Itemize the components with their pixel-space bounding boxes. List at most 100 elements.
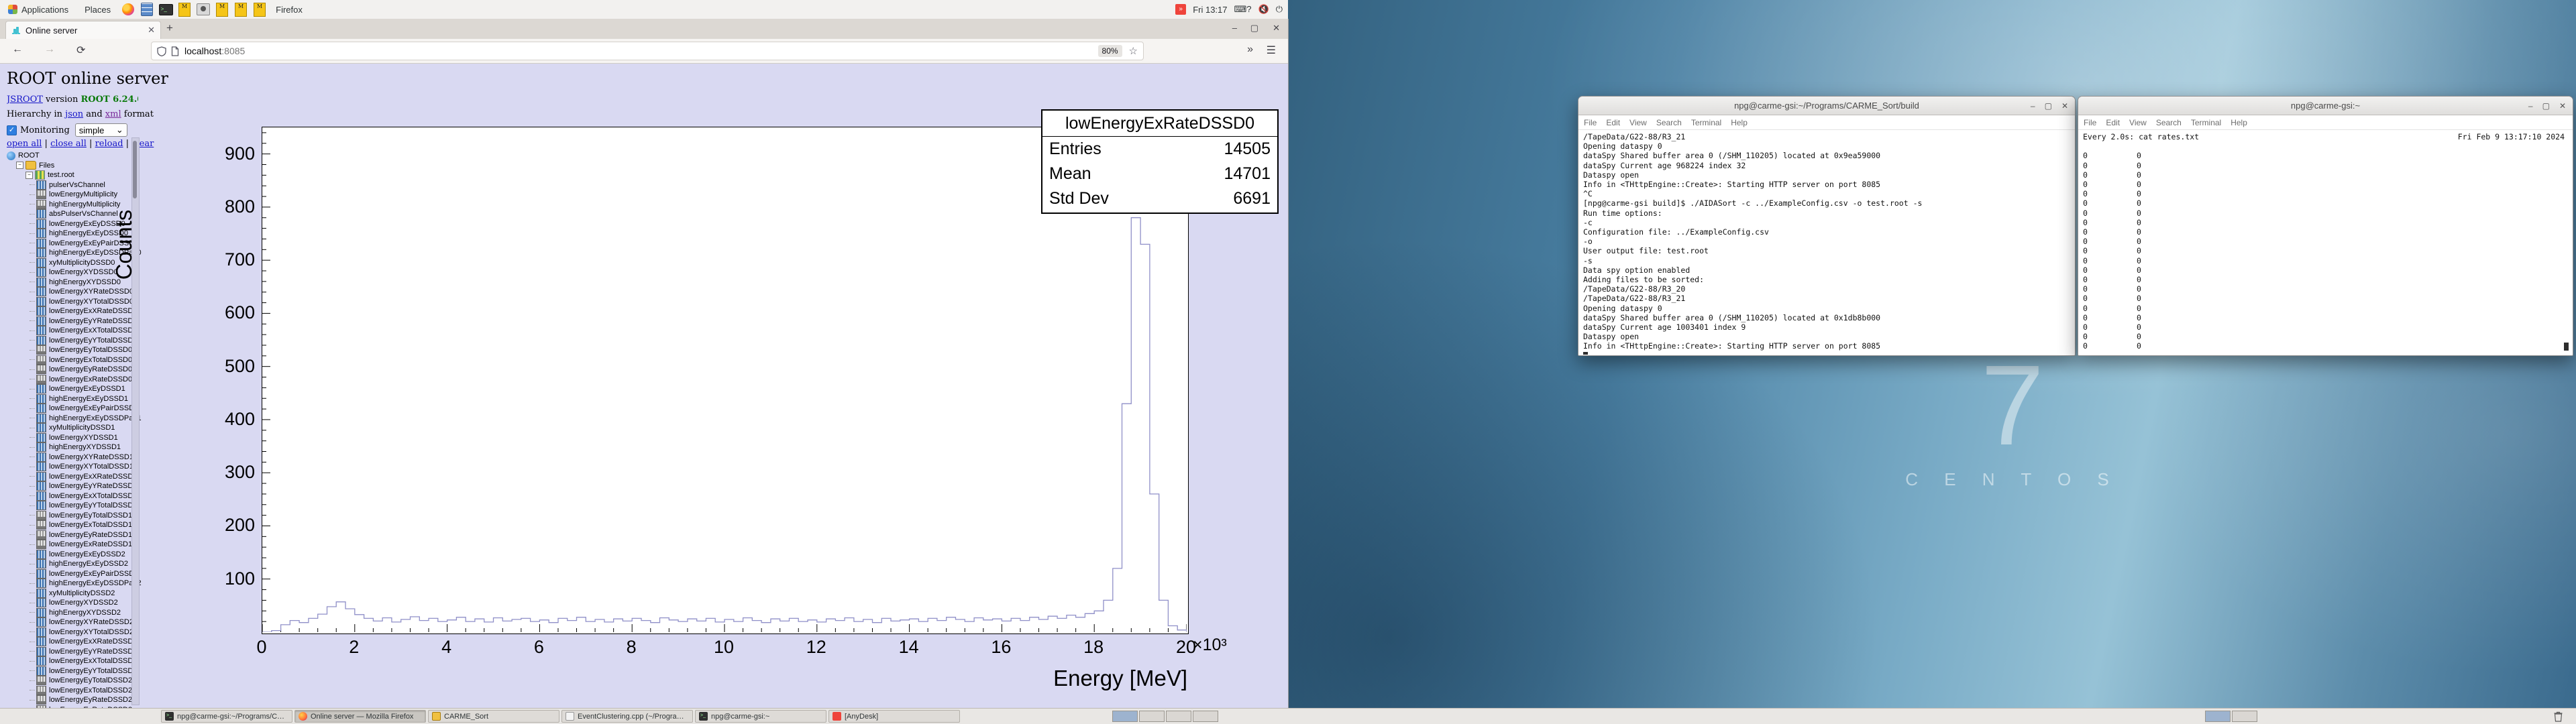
applications-menu[interactable]: Applications xyxy=(0,0,76,19)
menu-view[interactable]: View xyxy=(2129,118,2147,127)
terminal2-titlebar[interactable]: npg@carme-gsi:~ – ▢ ✕ xyxy=(2078,97,2573,115)
tree-item[interactable]: xyMultiplicityDSSD0 xyxy=(30,258,115,267)
tree-item[interactable]: lowEnergyXYTotalDSSD2 xyxy=(30,627,133,637)
tree-item[interactable]: highEnergyExEyDSSDPair1 xyxy=(30,414,142,423)
midas-launcher-4[interactable]: M xyxy=(252,2,267,17)
tree-item[interactable]: highEnergyXYDSSD0 xyxy=(30,278,121,287)
menu-search[interactable]: Search xyxy=(1656,118,1682,127)
tree-item[interactable]: lowEnergyEyYRateDSSD2 xyxy=(30,647,137,656)
menu-edit[interactable]: Edit xyxy=(2106,118,2120,127)
tree-item[interactable]: lowEnergyExXRateDSSD1 xyxy=(30,472,137,481)
tree-item[interactable]: lowEnergyEyYRateDSSD1 xyxy=(30,481,137,491)
tree-item[interactable]: lowEnergyXYRateDSSD0 xyxy=(30,287,133,296)
midas-launcher-2[interactable]: M xyxy=(215,2,229,17)
terminal1-minimize-button[interactable]: – xyxy=(2031,101,2035,111)
terminal-launcher[interactable]: >_ xyxy=(158,2,173,17)
tree-item[interactable]: lowEnergyExEyDSSD2 xyxy=(30,550,125,559)
tree-item[interactable]: lowEnergyEyRateDSSD0 xyxy=(30,365,132,374)
tree-item[interactable]: lowEnergyExEyPairDSSD1 xyxy=(30,404,138,413)
tree-item[interactable]: lowEnergyExEyDSSD1 xyxy=(30,384,125,394)
panel-clock[interactable]: Fri 13:17 xyxy=(1193,5,1227,15)
collapse-box[interactable]: − xyxy=(16,162,23,169)
tree-item[interactable]: highEnergyExEyDSSD2 xyxy=(30,559,128,568)
tree-item[interactable]: pulserVsChannel xyxy=(30,180,105,190)
workspace-switcher-left[interactable] xyxy=(1112,711,1218,722)
tree-item[interactable]: lowEnergyExEyPairDSSD2 xyxy=(30,569,138,579)
menu-file[interactable]: File xyxy=(1584,118,1597,127)
tree-node-ROOT[interactable]: ROOT xyxy=(7,151,40,160)
tree-item[interactable]: lowEnergyXYRateDSSD2 xyxy=(30,617,133,627)
menu-file[interactable]: File xyxy=(2084,118,2096,127)
tab-online-server[interactable]: Online server ✕ xyxy=(5,21,161,39)
tree-node-Files[interactable]: −Files xyxy=(16,161,54,170)
window-close-button[interactable]: ✕ xyxy=(1273,23,1280,34)
tree-item[interactable]: xyMultiplicityDSSD2 xyxy=(30,589,115,598)
tree-item[interactable]: lowEnergyMultiplicity xyxy=(30,190,117,199)
tab-close-icon[interactable]: ✕ xyxy=(148,25,155,36)
terminal-window-rates[interactable]: npg@carme-gsi:~ – ▢ ✕ File Edit View Search… xyxy=(2078,96,2573,356)
terminal1-titlebar[interactable]: npg@carme-gsi:~/Programs/CARME_Sort/buil… xyxy=(1578,97,2075,115)
workspace-cell[interactable] xyxy=(2205,711,2231,722)
midas-launcher-1[interactable]: M xyxy=(177,2,192,17)
url-text[interactable]: localhost:8085 xyxy=(184,46,1098,56)
terminal-window-build[interactable]: npg@carme-gsi:~/Programs/CARME_Sort/buil… xyxy=(1578,96,2076,356)
power-icon[interactable]: ⏻ xyxy=(1276,4,1283,15)
tree-item[interactable]: highEnergyExEyDSSDPair2 xyxy=(30,579,142,588)
task-button-anydesk[interactable]: [AnyDesk] xyxy=(828,710,960,723)
tree-item[interactable]: lowEnergyXYDSSD1 xyxy=(30,433,118,442)
task-button-ff[interactable]: Online server — Mozilla Firefox xyxy=(294,710,426,723)
tree-item[interactable]: lowEnergyExRateDSSD0 xyxy=(30,375,132,384)
places-menu[interactable]: Places xyxy=(76,0,119,19)
anydesk-tray-icon[interactable]: » xyxy=(1175,4,1186,15)
terminal2-maximize-button[interactable]: ▢ xyxy=(2542,101,2550,111)
trash-icon[interactable] xyxy=(2553,711,2563,722)
camera-launcher[interactable] xyxy=(196,2,211,17)
tree-item[interactable]: lowEnergyEyYTotalDSSD1 xyxy=(30,501,137,510)
terminal1-close-button[interactable]: ✕ xyxy=(2061,101,2068,111)
tree-item[interactable]: lowEnergyExRateDSSD1 xyxy=(30,540,132,549)
terminal1-content[interactable]: /TapeData/G22-88/R3_21Opening dataspy 0d… xyxy=(1578,130,2075,355)
tree-item[interactable]: lowEnergyExTotalDSSD2 xyxy=(30,686,132,695)
page-info-icon[interactable] xyxy=(171,46,179,56)
task-button-term[interactable]: >_npg@carme-gsi:~/Programs/CAR... xyxy=(161,710,292,723)
menu-search[interactable]: Search xyxy=(2156,118,2182,127)
hamburger-menu-icon[interactable]: ☰ xyxy=(1267,44,1276,57)
tree-item[interactable]: lowEnergyExXRateDSSD2 xyxy=(30,637,137,646)
zoom-level-button[interactable]: 80% xyxy=(1098,45,1122,57)
tree-item[interactable]: absPulserVsChannel xyxy=(30,209,118,219)
menu-help[interactable]: Help xyxy=(1731,118,1748,127)
terminal1-maximize-button[interactable]: ▢ xyxy=(2045,101,2052,111)
tree-item[interactable]: xyMultiplicityDSSD1 xyxy=(30,423,115,432)
tree-item[interactable]: lowEnergyXYTotalDSSD1 xyxy=(30,462,133,471)
tree-item[interactable]: lowEnergyXYRateDSSD1 xyxy=(30,452,133,462)
menu-help[interactable]: Help xyxy=(2231,118,2247,127)
tree-item[interactable]: lowEnergyEyTotalDSSD1 xyxy=(30,511,132,520)
midas-launcher-3[interactable]: M xyxy=(233,2,248,17)
tree-item[interactable]: highEnergyExEyDSSD1 xyxy=(30,394,128,404)
firefox-launcher[interactable] xyxy=(121,2,136,17)
tree-item[interactable]: lowEnergyEyRateDSSD1 xyxy=(30,530,132,540)
url-bar[interactable]: localhost:8085 80% ☆ xyxy=(151,42,1144,60)
network-icon[interactable]: ⌨? xyxy=(1234,4,1252,15)
workspace-cell[interactable] xyxy=(1139,711,1165,722)
window-maximize-button[interactable]: ▢ xyxy=(1250,23,1258,34)
tree-item[interactable]: lowEnergyXYTotalDSSD0 xyxy=(30,297,133,306)
terminal2-content[interactable]: Every 2.0s: cat rates.txt Fri Feb 9 13:1… xyxy=(2078,130,2573,355)
reload-button[interactable]: ⟳ xyxy=(76,44,85,57)
workspace-cell[interactable] xyxy=(1112,711,1138,722)
tree-node-test.root[interactable]: −test.root xyxy=(25,170,74,180)
tree-item[interactable]: lowEnergyExXRateDSSD0 xyxy=(30,306,137,316)
tree-item[interactable]: lowEnergyXYDSSD0 xyxy=(30,267,118,277)
window-minimize-button[interactable]: – xyxy=(1232,23,1237,33)
tree-item[interactable]: lowEnergyExXTotalDSSD0 xyxy=(30,326,137,335)
terminal2-minimize-button[interactable]: – xyxy=(2528,101,2533,111)
tree-item[interactable]: lowEnergyXYDSSD2 xyxy=(30,598,118,607)
task-button-folder[interactable]: CARME_Sort xyxy=(428,710,559,723)
tree-item[interactable]: lowEnergyEyTotalDSSD2 xyxy=(30,676,132,685)
tree-item[interactable]: lowEnergyEyYRateDSSD0 xyxy=(30,316,137,326)
tree-item[interactable]: lowEnergyEyYTotalDSSD0 xyxy=(30,336,137,345)
tree-item[interactable]: highEnergyXYDSSD1 xyxy=(30,442,121,452)
tree-item[interactable]: lowEnergyExXTotalDSSD1 xyxy=(30,491,137,501)
scrollbar-thumb[interactable] xyxy=(133,141,137,198)
tree-item[interactable]: lowEnergyEyRateDSSD2 xyxy=(30,695,132,705)
